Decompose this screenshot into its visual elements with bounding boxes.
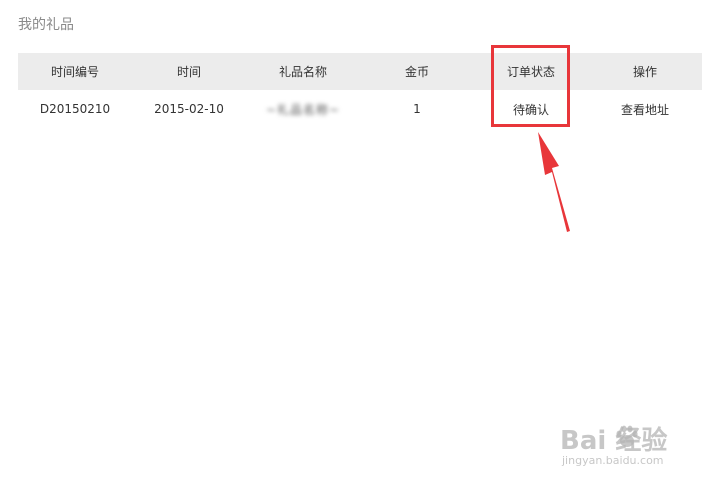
table-row: D20150210 2015-02-10 ~礼品名称~ 1 待确认 查看地址 [18, 90, 702, 128]
baidu-jingyan-watermark: Bai 经验 jingyan.baidu.com [556, 420, 706, 480]
status-highlight-box [491, 45, 570, 127]
view-address-link[interactable]: 查看地址 [621, 103, 669, 117]
cell-date: 2015-02-10 [154, 102, 224, 116]
arrow-shape [538, 132, 570, 232]
gift-table: 时间编号 时间 礼品名称 金币 订单状态 操作 D20150210 2015-0… [18, 53, 702, 128]
header-order-id: 时间编号 [18, 53, 132, 90]
header-gift-name: 礼品名称 [246, 53, 360, 90]
header-coins: 金币 [360, 53, 474, 90]
table-header-row: 时间编号 时间 礼品名称 金币 订单状态 操作 [18, 53, 702, 90]
cell-order-id: D20150210 [39, 102, 111, 116]
header-action: 操作 [588, 53, 702, 90]
cell-coins: 1 [413, 102, 421, 116]
cell-action: 查看地址 [588, 90, 702, 128]
page: 我的礼品 时间编号 时间 礼品名称 金币 订单状态 操作 D20150210 2… [0, 0, 726, 492]
blurred-gift-name: ~礼品名称~ [265, 102, 341, 117]
paw-icon [616, 425, 638, 447]
cell-gift-name: ~礼品名称~ [246, 90, 360, 128]
watermark-sub-text: jingyan.baidu.com [562, 454, 664, 467]
page-title: 我的礼品 [18, 17, 74, 33]
header-date: 时间 [132, 53, 246, 90]
